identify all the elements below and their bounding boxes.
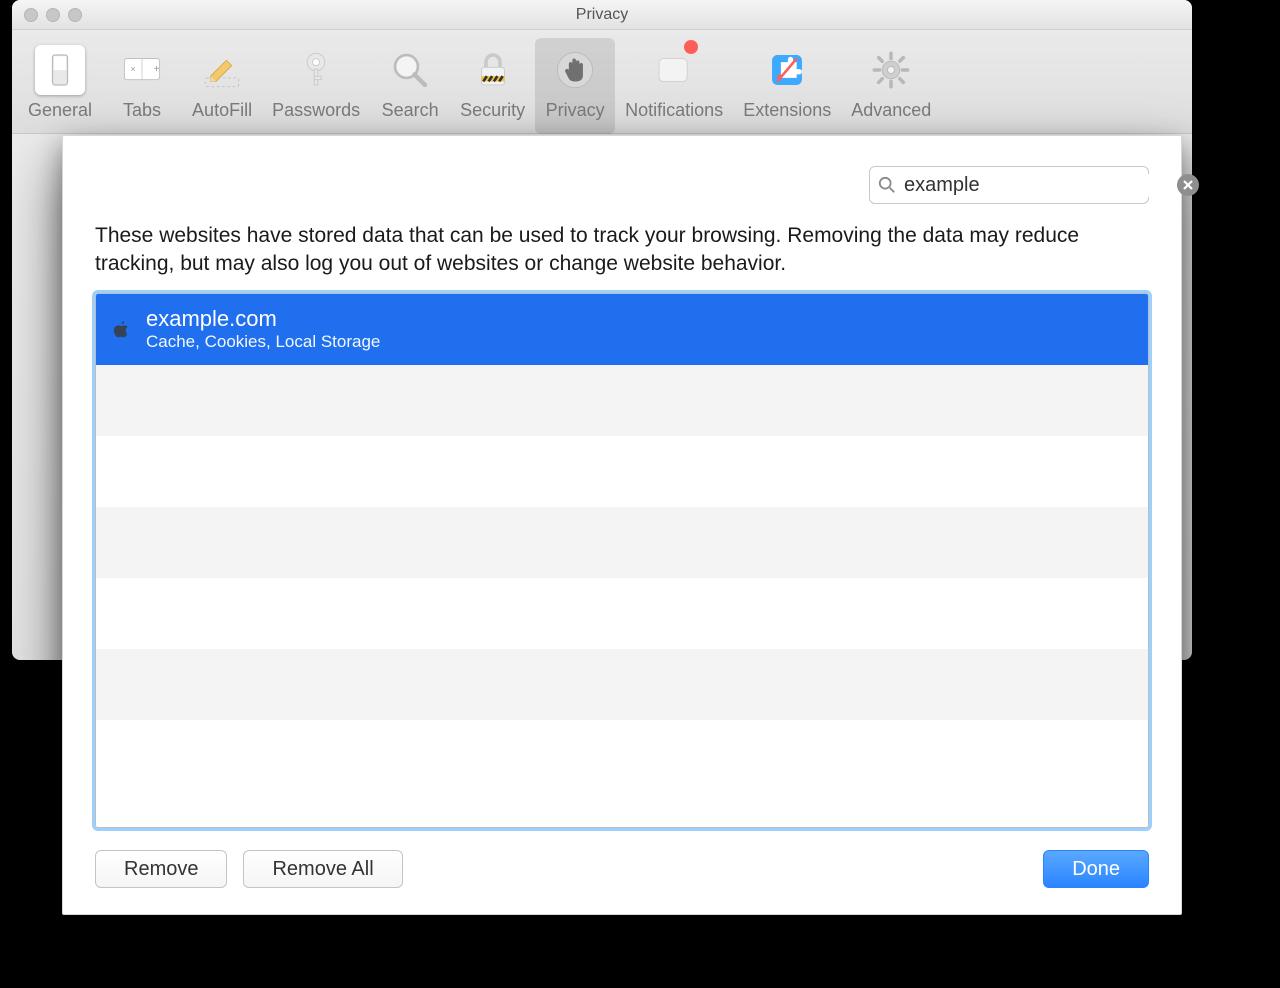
list-item xyxy=(96,649,1148,720)
minimize-window-icon[interactable] xyxy=(46,8,60,22)
search-icon xyxy=(878,176,896,194)
pencil-icon xyxy=(200,48,244,92)
list-item xyxy=(96,578,1148,649)
remove-button[interactable]: Remove xyxy=(95,850,227,888)
list-item xyxy=(96,507,1148,578)
tab-privacy[interactable]: Privacy xyxy=(535,38,615,134)
search-input[interactable] xyxy=(896,174,1177,197)
list-item xyxy=(96,436,1148,507)
tab-tabs[interactable]: × + Tabs xyxy=(102,38,182,134)
hand-icon xyxy=(553,48,597,92)
site-detail: Cache, Cookies, Local Storage xyxy=(146,332,380,352)
list-item xyxy=(96,720,1148,791)
key-icon xyxy=(294,48,338,92)
remove-all-button[interactable]: Remove All xyxy=(243,850,402,888)
magnifier-icon xyxy=(388,48,432,92)
tab-general[interactable]: General xyxy=(18,38,102,134)
close-icon xyxy=(1182,179,1194,191)
website-data-sheet: These websites have stored data that can… xyxy=(62,135,1182,915)
padlock-icon xyxy=(471,48,515,92)
tabs-icon: × + xyxy=(120,48,164,92)
traffic-lights xyxy=(24,8,82,22)
close-window-icon[interactable] xyxy=(24,8,38,22)
zoom-window-icon[interactable] xyxy=(68,8,82,22)
tab-passwords[interactable]: Passwords xyxy=(262,38,370,134)
website-data-list[interactable]: example.com Cache, Cookies, Local Storag… xyxy=(95,293,1149,828)
tab-extensions[interactable]: Extensions xyxy=(733,38,841,134)
switch-icon xyxy=(35,45,85,95)
tab-search[interactable]: Search xyxy=(370,38,450,134)
apple-icon xyxy=(110,318,132,340)
titlebar: Privacy xyxy=(12,0,1192,30)
preferences-toolbar: General × + Tabs AutoFill xyxy=(12,30,1192,134)
window-title: Privacy xyxy=(576,6,628,24)
done-button[interactable]: Done xyxy=(1043,850,1149,888)
notification-icon xyxy=(652,48,696,92)
tab-notifications[interactable]: Notifications xyxy=(615,38,733,134)
svg-text:+: + xyxy=(153,63,159,75)
sheet-description: These websites have stored data that can… xyxy=(95,222,1149,279)
gear-icon xyxy=(869,48,913,92)
svg-text:×: × xyxy=(131,64,136,74)
list-item xyxy=(96,365,1148,436)
tab-autofill[interactable]: AutoFill xyxy=(182,38,262,134)
puzzle-icon xyxy=(765,48,809,92)
site-domain: example.com xyxy=(146,306,380,332)
list-item[interactable]: example.com Cache, Cookies, Local Storag… xyxy=(96,294,1148,365)
clear-search-button[interactable] xyxy=(1177,174,1199,196)
tab-security[interactable]: Security xyxy=(450,38,535,134)
tab-advanced[interactable]: Advanced xyxy=(841,38,941,134)
search-field[interactable] xyxy=(869,166,1149,204)
